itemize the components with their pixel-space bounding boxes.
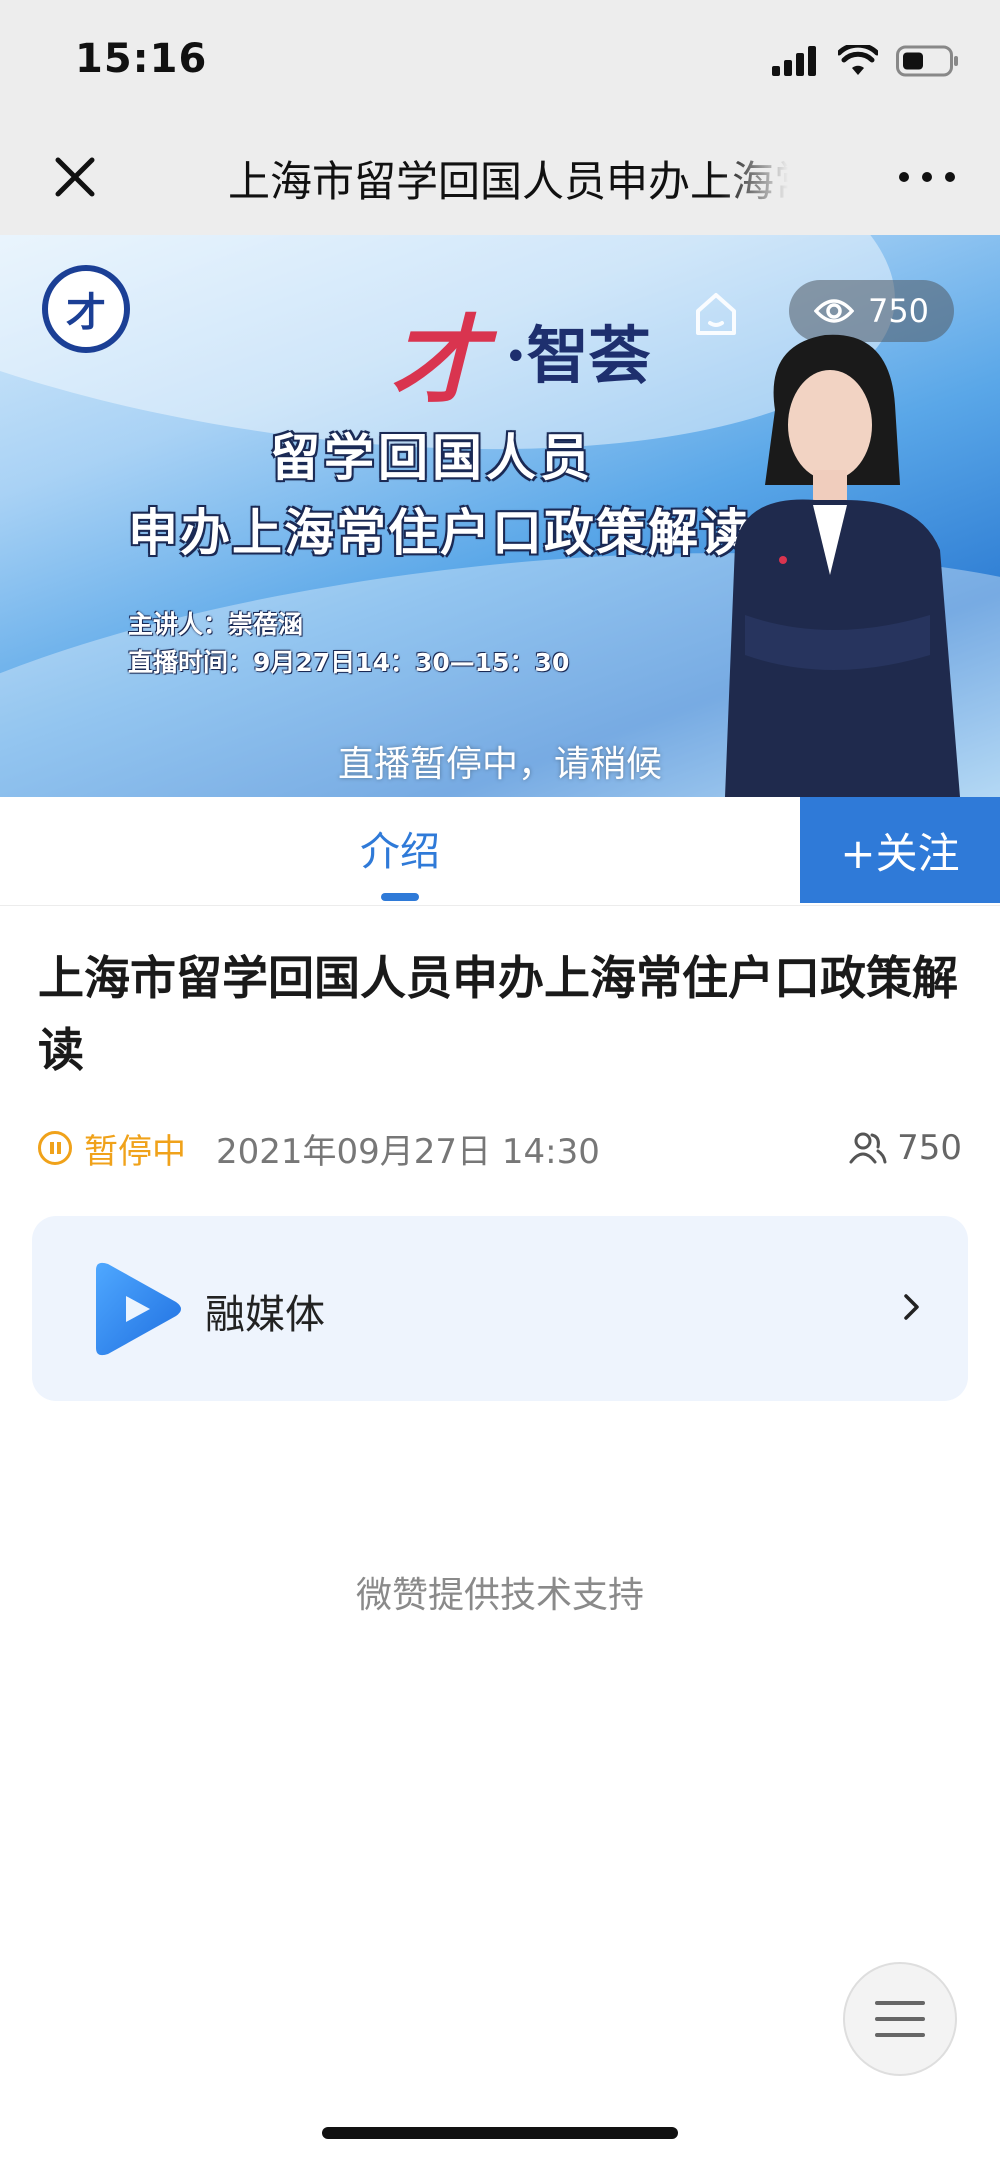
paused-message: 直播暂停中，请稍候 xyxy=(337,744,662,785)
organization-logo: 才 xyxy=(42,265,130,353)
live-video-banner[interactable]: 才 才 ·智荟 750 留学回国人员 申办上海常住户口政策解读 主讲人：崇蓓涵 … xyxy=(0,235,1000,797)
tab-bar: 介绍 +关注 xyxy=(0,797,1000,906)
presenter-image xyxy=(725,334,960,797)
status-label: 暂停中 xyxy=(84,1131,186,1172)
viewer-count: 750 xyxy=(849,1128,962,1168)
channel-name: 融媒体 xyxy=(205,1292,325,1338)
menu-button[interactable] xyxy=(843,1962,957,2076)
banner-schedule: 直播时间：9月27日14：30—15：30 xyxy=(128,648,570,677)
status-badge: 暂停中 xyxy=(38,1124,186,1173)
status-icons xyxy=(772,40,960,82)
signal-icon xyxy=(772,46,816,76)
home-indicator[interactable] xyxy=(322,2127,678,2139)
chevron-right-icon xyxy=(904,1294,919,1320)
people-icon xyxy=(849,1132,887,1164)
menu-icon xyxy=(875,2001,925,2037)
status-time: 15:16 xyxy=(75,36,208,82)
status-bar: 15:16 xyxy=(0,0,1000,120)
battery-icon xyxy=(896,45,958,77)
viewer-count-value: 750 xyxy=(897,1128,962,1168)
follow-button[interactable]: +关注 xyxy=(800,797,1000,903)
banner-subheadline: 申办上海常住户口政策解读 xyxy=(128,504,752,562)
footer-credit: 微赞提供技术支持 xyxy=(355,1575,644,1616)
brand-name: ·智荟 xyxy=(505,319,651,392)
page-title: 上海市留学回国人员申办上海常住户口政策解读 xyxy=(228,157,788,206)
channel-card[interactable]: 融媒体 xyxy=(32,1216,968,1401)
active-tab-indicator xyxy=(381,893,419,901)
meta-row: 暂停中 2021年09月27日 14:30 750 xyxy=(38,1122,962,1174)
brand-mark: 才 xyxy=(390,304,486,417)
broadcast-date: 2021年09月27日 14:30 xyxy=(216,1131,600,1172)
article-title: 上海市留学回国人员申办上海常住户口政策解读 xyxy=(38,951,958,1077)
tab-intro[interactable]: 介绍 xyxy=(310,819,490,877)
play-icon xyxy=(96,1262,181,1356)
pause-icon xyxy=(38,1131,72,1165)
banner-headline: 留学回国人员 xyxy=(270,429,594,487)
more-icon[interactable] xyxy=(892,150,962,204)
wifi-icon xyxy=(838,45,878,75)
close-icon[interactable] xyxy=(48,150,102,204)
banner-speaker: 主讲人：崇蓓涵 xyxy=(128,610,304,639)
nav-bar: 上海市留学回国人员申办上海常住户口政策解读 xyxy=(0,120,1000,236)
